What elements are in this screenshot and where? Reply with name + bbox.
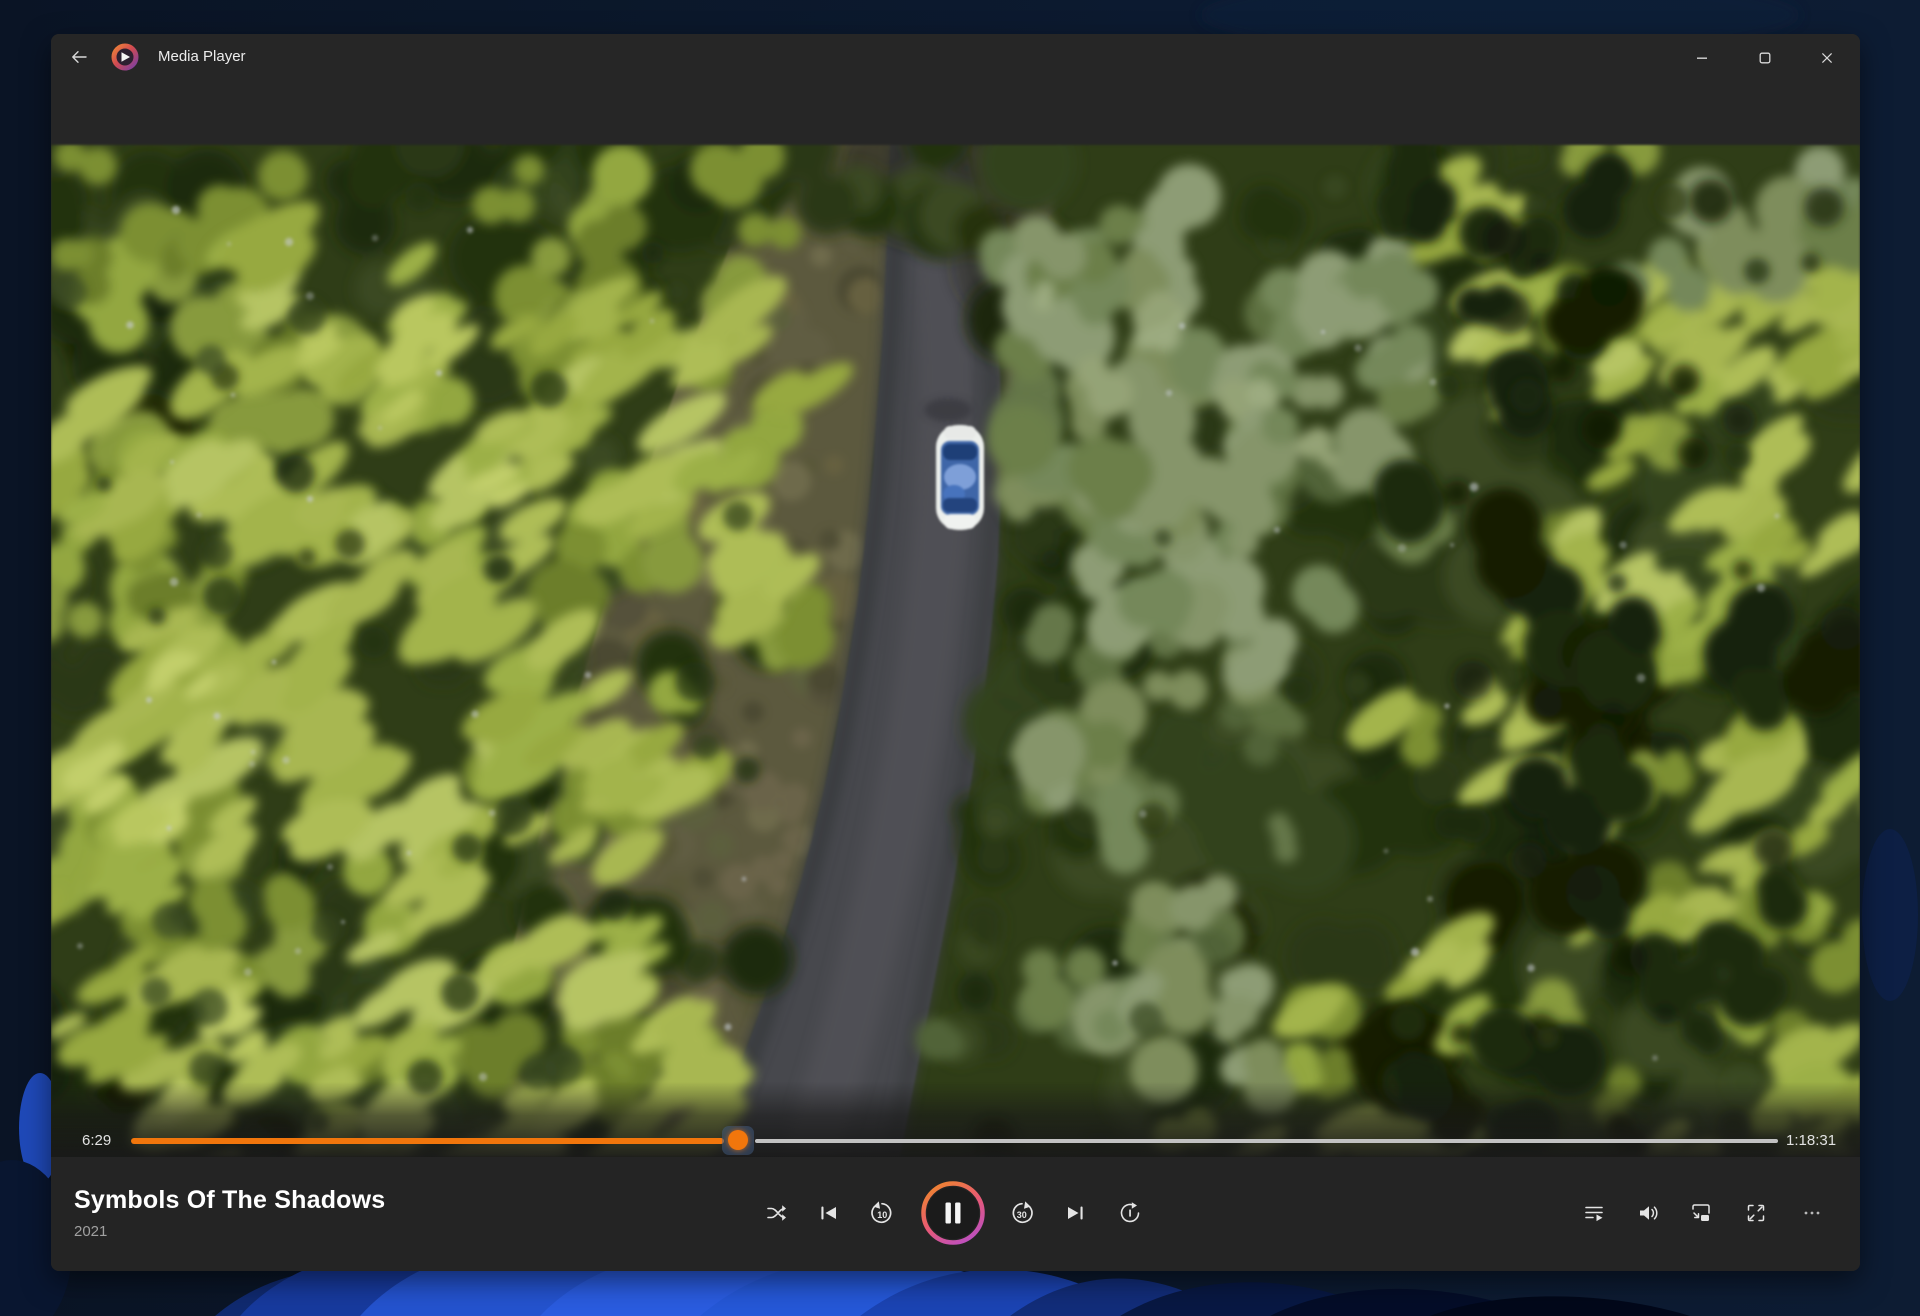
svg-text:10: 10 — [877, 1210, 887, 1220]
svg-text:30: 30 — [1017, 1210, 1027, 1220]
